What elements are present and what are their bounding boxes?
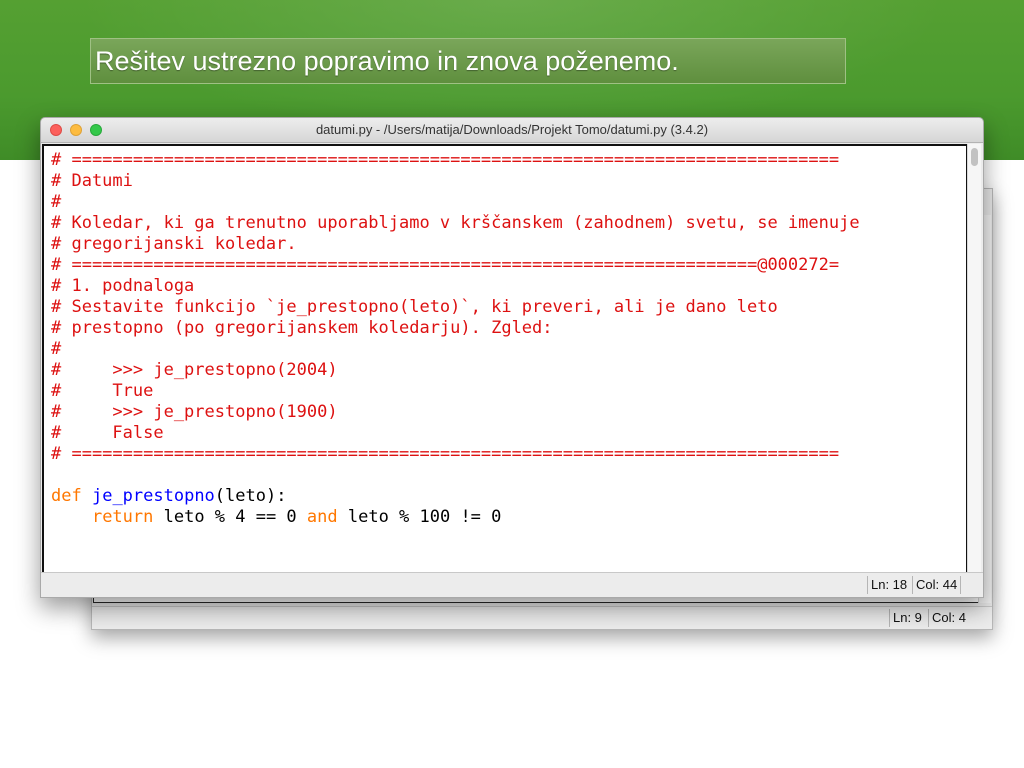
window-titlebar[interactable]: datumi.py - /Users/matija/Downloads/Proj…	[41, 118, 983, 143]
code-line[interactable]: # 1. podnaloga	[51, 276, 860, 297]
line-indicator: Ln: 18	[867, 576, 910, 594]
comment-text: # >>> je_prestopno(2004)	[51, 360, 338, 380]
code-line[interactable]: # True	[51, 381, 860, 402]
window-title: datumi.py - /Users/matija/Downloads/Proj…	[315, 122, 709, 137]
function-name-text: je_prestopno	[91, 486, 215, 506]
comment-text: # ======================================…	[51, 255, 840, 275]
maximize-window-button[interactable]	[90, 124, 102, 136]
scrollbar-thumb[interactable]	[971, 148, 978, 166]
code-line[interactable]: # Datumi	[51, 171, 860, 192]
comment-text: # ======================================…	[51, 444, 840, 464]
code-token: leto % 100 != 0	[337, 507, 502, 527]
code-token: (leto):	[214, 486, 287, 506]
code-line[interactable]	[51, 465, 860, 486]
code-line[interactable]: # Sestavite funkcijo `je_prestopno(leto)…	[51, 297, 860, 318]
code-line[interactable]: # ======================================…	[51, 444, 860, 465]
status-bar: Ln: 18 Col: 44	[41, 572, 983, 597]
code-line[interactable]: # False	[51, 423, 860, 444]
code-line[interactable]: return leto % 4 == 0 and leto % 100 != 0	[51, 507, 860, 528]
slide-title: Rešitev ustrezno popravimo in znova pože…	[90, 38, 846, 84]
column-indicator: Col: 44	[912, 576, 962, 594]
comment-text: #	[51, 339, 62, 359]
editor-window[interactable]: datumi.py - /Users/matija/Downloads/Proj…	[40, 117, 984, 598]
comment-text: # ======================================…	[51, 150, 840, 170]
back-column-indicator: Col: 4	[928, 609, 969, 627]
comment-text: # Datumi	[51, 171, 133, 191]
code-line[interactable]: #	[51, 339, 860, 360]
code-line[interactable]: # Koledar, ki ga trenutno uporabljamo v …	[51, 213, 860, 234]
comment-text: # Koledar, ki ga trenutno uporabljamo v …	[51, 213, 860, 233]
code-line[interactable]: # gregorijanski koledar.	[51, 234, 860, 255]
code-line[interactable]: def je_prestopno(leto):	[51, 486, 860, 507]
back-line-indicator: Ln: 9	[889, 609, 925, 627]
keyword-text: def	[51, 486, 82, 506]
comment-text: # >>> je_prestopno(1900)	[51, 402, 338, 422]
code-line[interactable]: # >>> je_prestopno(1900)	[51, 402, 860, 423]
code-line[interactable]: #	[51, 192, 860, 213]
comment-text: # True	[51, 381, 154, 401]
close-window-button[interactable]	[50, 124, 62, 136]
code-line[interactable]: # ======================================…	[51, 150, 860, 171]
comment-text: # False	[51, 423, 164, 443]
code-text[interactable]: # ======================================…	[51, 150, 860, 528]
vertical-scrollbar[interactable]	[967, 144, 981, 574]
comment-text: # 1. podnaloga	[51, 276, 195, 296]
minimize-window-button[interactable]	[70, 124, 82, 136]
comment-text: # gregorijanski koledar.	[51, 234, 297, 254]
back-status-bar: Ln: 9 Col: 4	[92, 606, 992, 629]
code-token: leto % 4 == 0	[153, 507, 307, 527]
comment-text: # prestopno (po gregorijanskem koledarju…	[51, 318, 553, 338]
code-line[interactable]: # prestopno (po gregorijanskem koledarju…	[51, 318, 860, 339]
keyword-text: return	[91, 507, 154, 527]
code-editor[interactable]: # ======================================…	[42, 144, 968, 574]
code-line[interactable]: # >>> je_prestopno(2004)	[51, 360, 860, 381]
code-line[interactable]: # ======================================…	[51, 255, 860, 276]
comment-text: #	[51, 192, 62, 212]
comment-text: # Sestavite funkcijo `je_prestopno(leto)…	[51, 297, 778, 317]
keyword-text: and	[306, 507, 338, 527]
